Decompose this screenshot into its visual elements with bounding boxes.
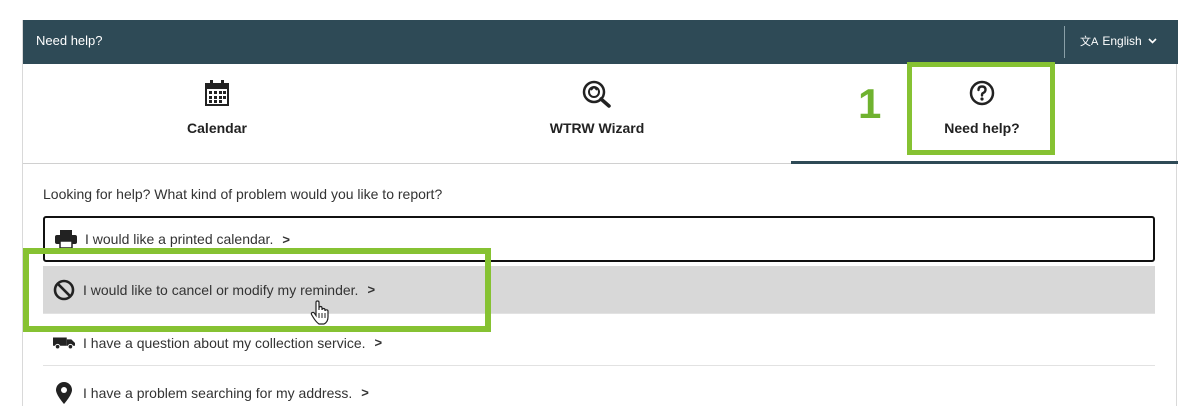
option-label: I have a question about my collection se…	[83, 334, 366, 351]
step-number-annotation: 1	[858, 80, 882, 127]
top-bar-divider	[1064, 26, 1065, 58]
tab-wtrw-wizard[interactable]: WTRW Wizard	[483, 64, 711, 164]
hand-cursor-icon	[310, 300, 332, 331]
map-pin-icon	[53, 381, 75, 404]
tab-calendar-label: Calendar	[187, 120, 247, 136]
highlight-box-cancel-option	[23, 248, 491, 332]
chevron-right-icon: >	[361, 385, 369, 400]
truck-icon	[53, 332, 75, 354]
help-widget: Need help? 文A English Calendar WTRW Wiza…	[22, 20, 1178, 406]
tab-calendar[interactable]: Calendar	[103, 64, 331, 164]
calendar-icon	[205, 80, 229, 111]
top-bar: Need help? 文A English	[23, 20, 1178, 64]
printer-icon	[55, 228, 77, 250]
top-bar-title: Need help?	[36, 33, 103, 48]
chevron-right-icon: >	[282, 231, 290, 247]
chevron-down-icon	[1148, 36, 1157, 47]
option-label: I would like a printed calendar.	[85, 231, 274, 247]
language-selector[interactable]: 文A English	[1080, 33, 1157, 49]
option-address-search[interactable]: I have a problem searching for my addres…	[43, 370, 1155, 406]
recycle-search-icon	[582, 80, 612, 113]
active-tab-indicator	[791, 161, 1178, 164]
option-label: I have a problem searching for my addres…	[83, 384, 353, 401]
tab-wtrw-wizard-label: WTRW Wizard	[549, 120, 645, 136]
language-label: English	[1102, 34, 1142, 48]
translate-icon: 文A	[1080, 36, 1099, 48]
chevron-right-icon: >	[374, 335, 383, 350]
highlight-box-need-help	[907, 62, 1055, 155]
help-question-text: Looking for help? What kind of problem w…	[43, 186, 443, 202]
